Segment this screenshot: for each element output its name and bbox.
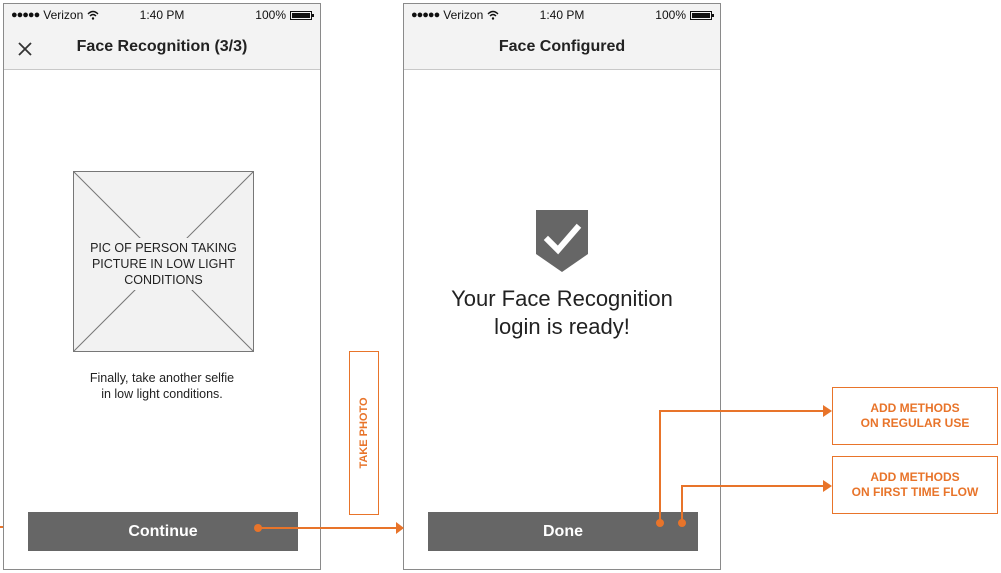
arrow-head bbox=[823, 480, 832, 492]
first-time-connector bbox=[681, 485, 824, 523]
arrow-head bbox=[396, 522, 404, 534]
connector-dot bbox=[656, 519, 664, 527]
regular-use-connector bbox=[659, 410, 824, 523]
flow-connectors bbox=[0, 405, 832, 534]
connector-dot bbox=[254, 524, 262, 532]
connector-dot bbox=[678, 519, 686, 527]
arrow-head bbox=[823, 405, 832, 417]
